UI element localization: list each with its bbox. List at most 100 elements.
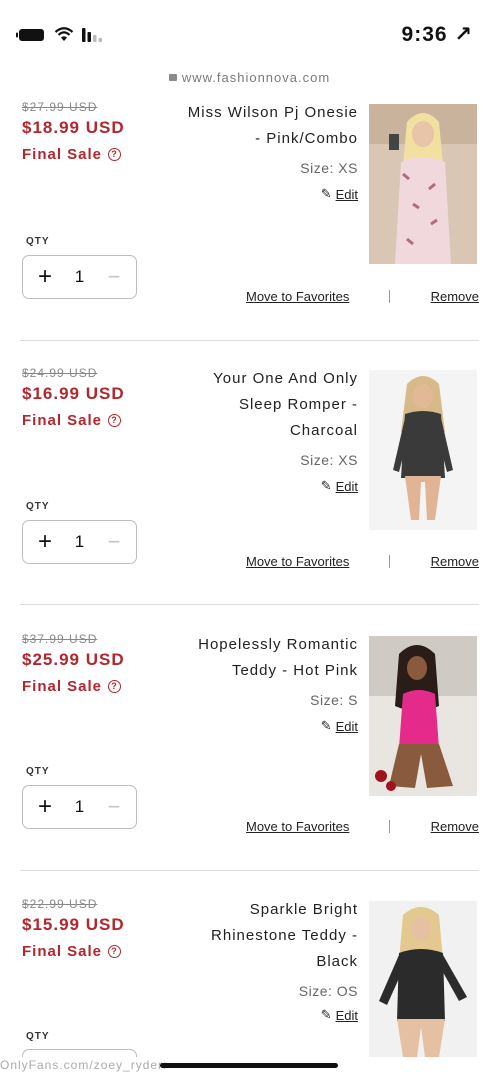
sale-price: $25.99 USD <box>22 650 125 669</box>
product-name[interactable]: Hopelessly Romantic Teddy - Hot Pink <box>158 632 358 684</box>
watermark-text: OnlyFans.com/zoey_ryderr <box>0 1058 169 1072</box>
item-actions: Move to Favorites Remove <box>246 289 479 304</box>
edit-label: Edit <box>335 186 358 202</box>
increase-quantity-button[interactable]: + <box>33 263 57 291</box>
final-sale-label: Final Sale <box>22 412 103 429</box>
remove-link[interactable]: Remove <box>431 554 479 569</box>
product-name-line: Miss Wilson Pj Onesie <box>187 104 358 121</box>
cart-item: Sparkle Bright Rhinestone Teddy - Black … <box>0 897 499 1057</box>
pencil-icon: ✎ <box>320 718 332 733</box>
item-divider <box>20 604 479 605</box>
edit-label: Edit <box>335 718 358 734</box>
move-to-favorites-link[interactable]: Move to Favorites <box>246 819 349 834</box>
edit-button[interactable]: ✎ Edit <box>321 718 358 734</box>
divider <box>389 555 391 568</box>
original-price: $27.99 USD <box>22 100 98 114</box>
decrease-quantity-button[interactable]: − <box>102 794 126 820</box>
quantity-stepper <box>22 1049 137 1057</box>
sale-price: $16.99 USD <box>22 384 125 403</box>
item-divider <box>20 870 479 871</box>
product-size: Size: XS <box>300 452 358 468</box>
product-name-line: Teddy - Hot Pink <box>231 662 358 679</box>
product-image[interactable] <box>369 636 477 796</box>
final-sale-badge: Final Sale? <box>22 678 122 695</box>
home-indicator[interactable] <box>160 1063 338 1068</box>
product-name-line: Rhinestone Teddy - <box>211 927 358 944</box>
product-name-line: Your One And Only <box>213 370 358 387</box>
quantity-value: 1 <box>74 267 85 286</box>
divider <box>389 820 391 833</box>
original-price: $37.99 USD <box>22 632 98 646</box>
qty-label: QTY <box>26 766 50 777</box>
edit-button[interactable]: ✎ Edit <box>321 1007 358 1023</box>
quantity-stepper: + 1 − <box>22 255 137 299</box>
qty-label: QTY <box>26 1031 50 1042</box>
increase-quantity-button[interactable]: + <box>33 793 57 821</box>
item-divider <box>20 340 479 341</box>
product-name[interactable]: Your One And Only Sleep Romper - Charcoa… <box>158 366 358 444</box>
decrease-quantity-button[interactable]: − <box>102 264 126 290</box>
cart-item: Hopelessly Romantic Teddy - Hot Pink Siz… <box>0 632 499 897</box>
qty-label: QTY <box>26 501 50 512</box>
product-image[interactable] <box>369 901 477 1057</box>
final-sale-badge: Final Sale? <box>22 943 122 960</box>
status-icons <box>16 27 102 42</box>
lock-icon <box>168 74 177 81</box>
remove-link[interactable]: Remove <box>431 289 479 304</box>
quantity-stepper: + 1 − <box>22 520 137 564</box>
edit-label: Edit <box>335 478 358 494</box>
pencil-icon: ✎ <box>320 1007 332 1022</box>
move-to-favorites-link[interactable]: Move to Favorites <box>246 554 349 569</box>
product-name-line: - Pink/Combo <box>255 130 358 147</box>
product-name[interactable]: Sparkle Bright Rhinestone Teddy - Black <box>158 897 358 975</box>
status-bar: 9:36 ↗ <box>0 0 499 70</box>
final-sale-label: Final Sale <box>22 678 103 695</box>
product-name-line: Hopelessly Romantic <box>198 636 358 653</box>
quantity-stepper: + 1 − <box>22 785 137 829</box>
cart-item: Miss Wilson Pj Onesie - Pink/Combo Size:… <box>0 100 499 365</box>
original-price: $22.99 USD <box>22 897 98 911</box>
final-sale-label: Final Sale <box>22 146 103 163</box>
quantity-value: 1 <box>74 532 85 551</box>
edit-button[interactable]: ✎ Edit <box>321 478 358 494</box>
item-actions: Move to Favorites Remove <box>246 554 479 569</box>
final-sale-label: Final Sale <box>22 943 103 960</box>
url-text: www.fashionnova.com <box>181 70 331 85</box>
status-time: 9:36 ↗ <box>401 23 473 46</box>
product-name-line: Black <box>316 953 358 970</box>
pencil-icon: ✎ <box>320 186 332 201</box>
product-image[interactable] <box>369 104 477 264</box>
product-name[interactable]: Miss Wilson Pj Onesie - Pink/Combo <box>158 100 358 152</box>
product-name-line: Charcoal <box>289 422 358 439</box>
product-size: Size: OS <box>298 983 358 999</box>
info-icon[interactable]: ? <box>108 945 122 958</box>
remove-link[interactable]: Remove <box>431 819 479 834</box>
cart-item: Your One And Only Sleep Romper - Charcoa… <box>0 366 499 631</box>
product-size: Size: S <box>310 692 358 708</box>
info-icon[interactable]: ? <box>108 414 122 427</box>
edit-label: Edit <box>335 1007 358 1023</box>
wifi-icon <box>54 27 74 41</box>
battery-icon <box>16 28 44 41</box>
sale-price: $15.99 USD <box>22 915 125 934</box>
product-name-line: Sleep Romper - <box>238 396 358 413</box>
info-icon[interactable]: ? <box>108 680 122 693</box>
product-size: Size: XS <box>300 160 358 176</box>
final-sale-badge: Final Sale? <box>22 412 122 429</box>
decrease-quantity-button[interactable]: − <box>102 529 126 555</box>
original-price: $24.99 USD <box>22 366 98 380</box>
product-name-line: Sparkle Bright <box>249 901 358 918</box>
qty-label: QTY <box>26 236 50 247</box>
watermark: OnlyFans.com/zoey_ryderr <box>0 1058 168 1072</box>
edit-button[interactable]: ✎ Edit <box>321 186 358 202</box>
quantity-value: 1 <box>74 797 85 816</box>
info-icon[interactable]: ? <box>108 148 122 161</box>
increase-quantity-button[interactable]: + <box>33 528 57 556</box>
pencil-icon: ✎ <box>320 478 332 493</box>
move-to-favorites-link[interactable]: Move to Favorites <box>246 289 349 304</box>
product-image[interactable] <box>369 370 477 530</box>
url-bar[interactable]: www.fashionnova.com <box>0 70 499 92</box>
sale-price: $18.99 USD <box>22 118 125 137</box>
cellular-signal-icon <box>82 27 102 42</box>
final-sale-badge: Final Sale? <box>22 146 122 163</box>
